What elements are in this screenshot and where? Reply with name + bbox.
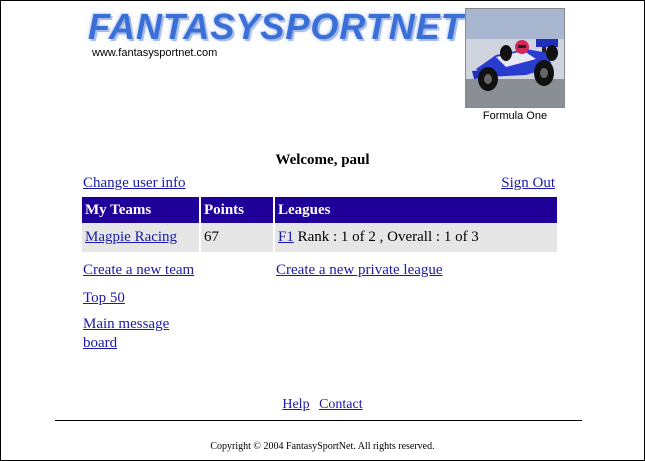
contact-link[interactable]: Contact — [319, 397, 363, 412]
footer-links: Help Contact — [0, 397, 645, 413]
league-cell: F1 Rank : 1 of 2 , Overall : 1 of 3 — [275, 223, 557, 252]
table-row: Magpie Racing 67 F1 Rank : 1 of 2 , Over… — [82, 223, 557, 252]
top50-link[interactable]: Top 50 — [83, 290, 125, 307]
create-league-link[interactable]: Create a new private league — [276, 262, 443, 279]
create-team-link[interactable]: Create a new team — [83, 262, 194, 279]
change-user-info-link[interactable]: Change user info — [83, 175, 185, 192]
column-header-points: Points — [201, 197, 273, 223]
team-link[interactable]: Magpie Racing — [85, 229, 177, 245]
race-car-icon — [466, 9, 564, 107]
sport-caption: Formula One — [482, 110, 548, 122]
column-header-leagues: Leagues — [275, 197, 557, 223]
league-link[interactable]: F1 — [278, 229, 294, 245]
table-header-row: My Teams Points Leagues — [82, 197, 557, 223]
formula-one-car-image — [465, 8, 565, 108]
copyright-text: Copyright © 2004 FantasySportNet. All ri… — [210, 441, 435, 452]
points-cell: 67 — [201, 223, 273, 252]
welcome-message: Welcome, paul — [275, 152, 370, 168]
help-link[interactable]: Help — [282, 397, 309, 412]
column-header-my-teams: My Teams — [82, 197, 199, 223]
league-rank: Rank : 1 of 2 , Overall : 1 of 3 — [293, 229, 479, 245]
teams-table: My Teams Points Leagues Magpie Racing 67… — [80, 197, 559, 252]
sign-out-link[interactable]: Sign Out — [501, 175, 555, 192]
site-logo[interactable]: FANTASYSPORTNET — [88, 6, 464, 48]
message-board-link[interactable]: Main message board — [83, 315, 183, 353]
site-url: www.fantasysportnet.com — [92, 47, 218, 59]
team-cell: Magpie Racing — [82, 223, 199, 252]
footer-divider — [55, 420, 582, 421]
